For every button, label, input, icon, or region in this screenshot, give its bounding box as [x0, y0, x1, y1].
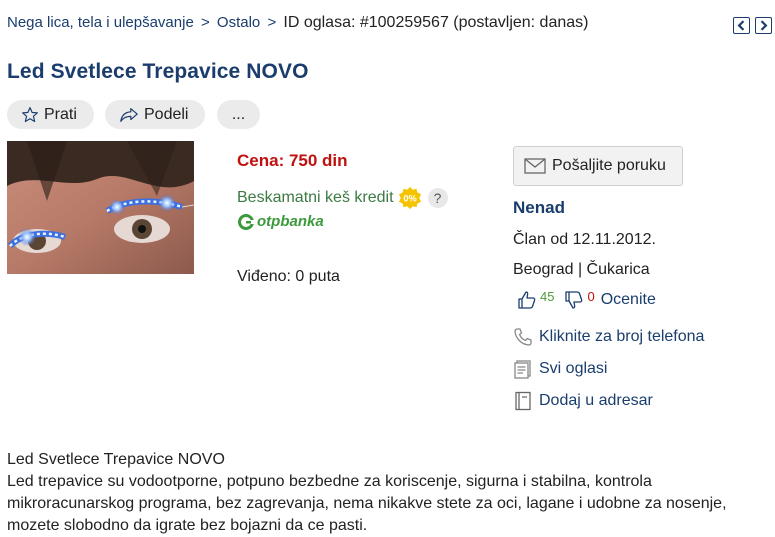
envelope-icon [524, 158, 546, 174]
bank-name: otpbanka [257, 213, 324, 230]
previous-ad-button[interactable] [733, 17, 750, 34]
all-ads-link[interactable]: Svi oglasi [513, 359, 607, 379]
seller-location: Beograd | Čukarica [513, 261, 650, 278]
ad-id-label: ID oglasa: #100259567 (postavljen: danas… [283, 14, 589, 31]
breadcrumb-separator: > [267, 14, 277, 31]
seller-name[interactable]: Nenad [513, 198, 565, 218]
breadcrumb-separator: > [200, 14, 210, 31]
share-button[interactable]: Podeli [105, 100, 205, 129]
credit-offer: Beskamatni keš kredit 0% ? [237, 186, 448, 210]
credit-label[interactable]: Beskamatni keš kredit [237, 189, 394, 207]
description-heading: Led Svetlece Trepavice NOVO [7, 451, 225, 468]
description-body: Led trepavice su vodootporne, potpuno be… [7, 473, 727, 534]
ads-list-icon [514, 360, 531, 379]
breadcrumb: Nega lica, tela i ulepšavanje > Ostalo >… [7, 14, 588, 32]
chevron-left-icon [737, 20, 745, 31]
otp-bank-logo: otpbanka [238, 213, 324, 230]
star-icon [22, 106, 38, 122]
rate-seller-link[interactable]: Ocenite [601, 291, 656, 309]
negative-count: 0 [587, 288, 595, 304]
page-title: Led Svetlece Trepavice NOVO [7, 60, 309, 83]
phone-icon [514, 328, 532, 346]
ad-description: Led Svetlece Trepavice NOVO Led trepavic… [7, 449, 772, 537]
zero-percent-badge: 0% [398, 186, 422, 210]
breadcrumb-subcategory[interactable]: Ostalo [217, 14, 260, 31]
show-phone-label: Kliknite za broj telefona [539, 328, 705, 345]
chevron-right-icon [760, 20, 768, 31]
share-arrow-icon [120, 107, 138, 122]
led-eyelashes-photo [7, 141, 194, 274]
all-ads-label: Svi oglasi [539, 360, 608, 377]
thumbs-up-icon [518, 291, 536, 309]
follow-button[interactable]: Prati [7, 100, 94, 129]
view-count: Viđeno: 0 puta [237, 268, 340, 285]
add-to-address-book-label: Dodaj u adresar [539, 392, 653, 409]
positive-count: 45 [540, 288, 555, 304]
add-to-address-book-link[interactable]: Dodaj u adresar [513, 391, 653, 411]
price: Cena: 750 din [237, 151, 348, 170]
more-options-label: ... [231, 105, 246, 123]
address-book-icon [515, 391, 531, 411]
credit-help-icon[interactable]: ? [427, 188, 448, 208]
next-ad-button[interactable] [755, 17, 772, 34]
breadcrumb-category[interactable]: Nega lica, tela i ulepšavanje [7, 14, 194, 31]
member-since: Član od 12.11.2012. [513, 231, 656, 248]
thumbs-down-icon [565, 291, 583, 309]
zero-percent-text: 0% [403, 194, 416, 204]
more-options-button[interactable]: ... [217, 100, 260, 129]
otp-logo-icon [238, 213, 254, 230]
listing-photo[interactable] [7, 141, 194, 274]
send-message-button[interactable]: Pošaljite poruku [513, 146, 683, 186]
send-message-label: Pošaljite poruku [552, 157, 666, 174]
share-label: Podeli [144, 105, 189, 123]
follow-label: Prati [44, 105, 77, 123]
seller-ratings: 45 0 Ocenite [517, 288, 656, 310]
show-phone-link[interactable]: Kliknite za broj telefona [513, 327, 704, 347]
